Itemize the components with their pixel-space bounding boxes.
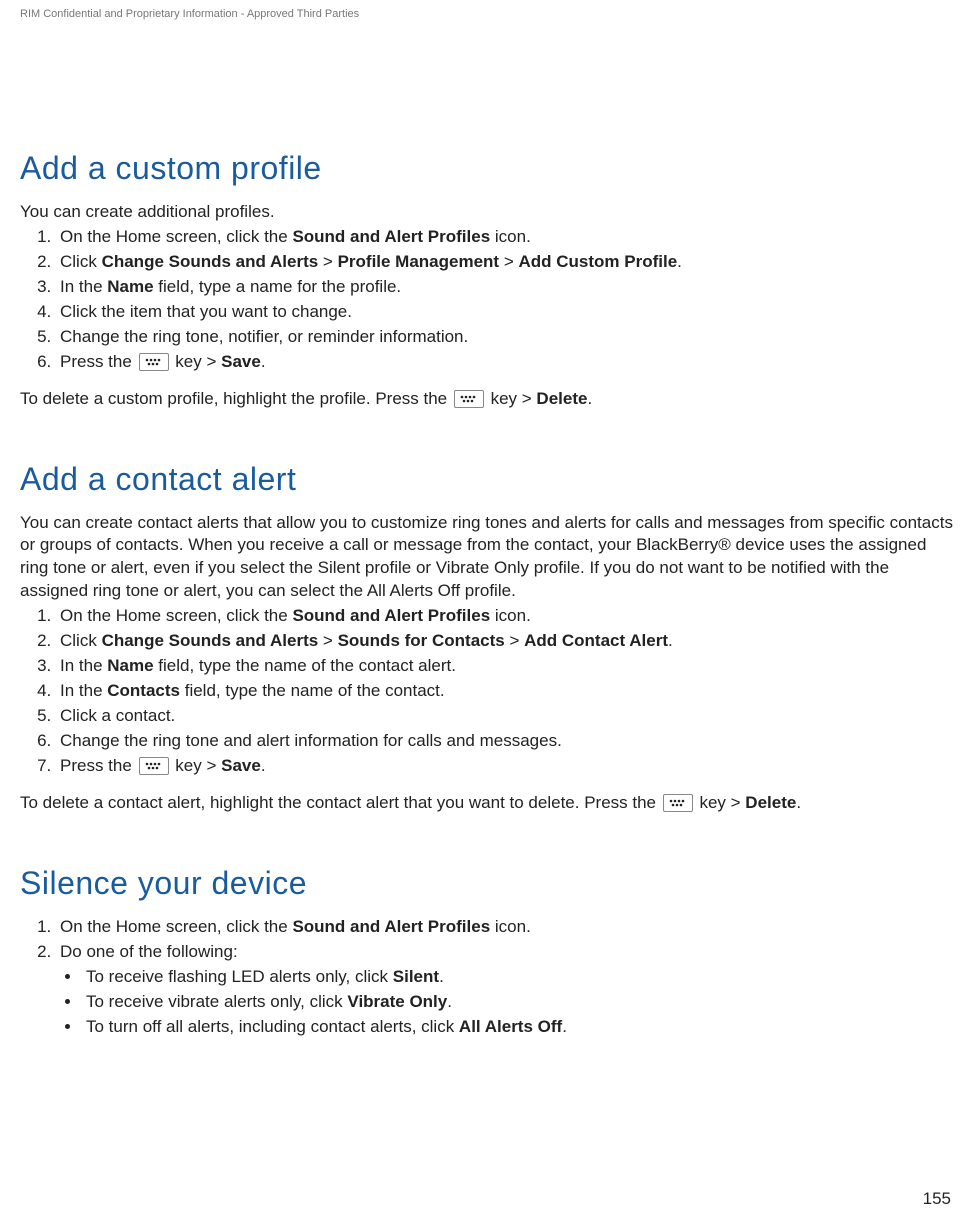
section-add-contact-alert: Add a contact alert You can create conta…: [20, 461, 953, 815]
heading-add-contact-alert: Add a contact alert: [20, 461, 953, 498]
page-number: 155: [923, 1189, 951, 1209]
step-bold: Sounds for Contacts: [338, 631, 505, 650]
step-item: In the Contacts field, type the name of …: [56, 680, 953, 703]
step-text: key >: [171, 352, 222, 371]
step-item: Click Change Sounds and Alerts > Profile…: [56, 251, 953, 274]
step-text: Click: [60, 252, 102, 271]
menu-key-icon: [139, 353, 169, 371]
step-text: .: [261, 756, 266, 775]
bullet-text: To turn off all alerts, including contac…: [86, 1017, 459, 1036]
menu-key-icon: [454, 390, 484, 408]
step-text: In the: [60, 277, 107, 296]
step-bold: Save: [221, 756, 261, 775]
step-bold: Sound and Alert Profiles: [292, 917, 490, 936]
step-item: On the Home screen, click the Sound and …: [56, 605, 953, 628]
step-text: field, type the name of the contact aler…: [154, 656, 456, 675]
intro-text: You can create contact alerts that allow…: [20, 512, 953, 604]
step-text: key >: [171, 756, 222, 775]
step-text: >: [318, 631, 337, 650]
step-text: icon.: [490, 227, 531, 246]
heading-add-custom-profile: Add a custom profile: [20, 150, 953, 187]
intro-text: You can create additional profiles.: [20, 201, 953, 224]
bullet-bold: Vibrate Only: [347, 992, 447, 1011]
step-text: .: [261, 352, 266, 371]
step-item: On the Home screen, click the Sound and …: [56, 226, 953, 249]
step-item: Press the key > Save.: [56, 755, 953, 778]
menu-key-icon: [663, 794, 693, 812]
step-item: Do one of the following: To receive flas…: [56, 941, 953, 1039]
step-text: icon.: [490, 606, 531, 625]
after-text: To delete a contact alert, highlight the…: [20, 792, 953, 815]
step-text: field, type a name for the profile.: [154, 277, 402, 296]
step-text: icon.: [490, 917, 531, 936]
step-bold: Save: [221, 352, 261, 371]
step-text: On the Home screen, click the: [60, 606, 292, 625]
step-item: Change the ring tone, notifier, or remin…: [56, 326, 953, 349]
step-bold: Contacts: [107, 681, 180, 700]
steps-list: On the Home screen, click the Sound and …: [20, 605, 953, 778]
steps-list: On the Home screen, click the Sound and …: [20, 916, 953, 1039]
step-bold: Change Sounds and Alerts: [102, 631, 319, 650]
heading-silence-device: Silence your device: [20, 865, 953, 902]
confidential-header: RIM Confidential and Proprietary Informa…: [20, 0, 953, 20]
step-text: On the Home screen, click the: [60, 227, 292, 246]
step-item: Click the item that you want to change.: [56, 301, 953, 324]
after-pre: To delete a contact alert, highlight the…: [20, 793, 661, 812]
bullet-text: To receive vibrate alerts only, click: [86, 992, 347, 1011]
after-bold: Delete: [745, 793, 796, 812]
bullet-text: .: [447, 992, 452, 1011]
step-bold: Sound and Alert Profiles: [292, 227, 490, 246]
section-silence-device: Silence your device On the Home screen, …: [20, 865, 953, 1039]
bullet-item: To turn off all alerts, including contac…: [82, 1016, 953, 1039]
step-text: Press the: [60, 352, 137, 371]
after-bold: Delete: [536, 389, 587, 408]
step-bold: Change Sounds and Alerts: [102, 252, 319, 271]
bullet-item: To receive vibrate alerts only, click Vi…: [82, 991, 953, 1014]
step-text: .: [677, 252, 682, 271]
menu-key-icon: [139, 757, 169, 775]
step-text: Click: [60, 631, 102, 650]
steps-list: On the Home screen, click the Sound and …: [20, 226, 953, 374]
after-mid: key >: [486, 389, 537, 408]
step-bold: Sound and Alert Profiles: [292, 606, 490, 625]
step-text: >: [505, 631, 524, 650]
step-bold: Profile Management: [338, 252, 500, 271]
step-text: >: [318, 252, 337, 271]
bullet-text: .: [562, 1017, 567, 1036]
bullet-bold: All Alerts Off: [459, 1017, 562, 1036]
after-post: .: [796, 793, 801, 812]
step-text: On the Home screen, click the: [60, 917, 292, 936]
page: RIM Confidential and Proprietary Informa…: [0, 0, 973, 1227]
step-item: In the Name field, type the name of the …: [56, 655, 953, 678]
bullet-bold: Silent: [393, 967, 439, 986]
after-text: To delete a custom profile, highlight th…: [20, 388, 953, 411]
step-item: On the Home screen, click the Sound and …: [56, 916, 953, 939]
step-item: Press the key > Save.: [56, 351, 953, 374]
step-text: In the: [60, 681, 107, 700]
step-item: Click Change Sounds and Alerts > Sounds …: [56, 630, 953, 653]
step-item: Change the ring tone and alert informati…: [56, 730, 953, 753]
step-item: In the Name field, type a name for the p…: [56, 276, 953, 299]
step-text: .: [668, 631, 673, 650]
step-bold: Name: [107, 656, 153, 675]
step-text: field, type the name of the contact.: [180, 681, 445, 700]
step-bold: Name: [107, 277, 153, 296]
after-pre: To delete a custom profile, highlight th…: [20, 389, 452, 408]
step-bold: Add Custom Profile: [518, 252, 677, 271]
step-text: Do one of the following:: [60, 942, 238, 961]
step-bold: Add Contact Alert: [524, 631, 668, 650]
section-add-custom-profile: Add a custom profile You can create addi…: [20, 150, 953, 411]
bullet-list: To receive flashing LED alerts only, cli…: [60, 966, 953, 1039]
step-text: >: [499, 252, 518, 271]
after-post: .: [587, 389, 592, 408]
bullet-item: To receive flashing LED alerts only, cli…: [82, 966, 953, 989]
step-item: Click a contact.: [56, 705, 953, 728]
bullet-text: To receive flashing LED alerts only, cli…: [86, 967, 393, 986]
bullet-text: .: [439, 967, 444, 986]
after-mid: key >: [695, 793, 746, 812]
step-text: In the: [60, 656, 107, 675]
step-text: Press the: [60, 756, 137, 775]
